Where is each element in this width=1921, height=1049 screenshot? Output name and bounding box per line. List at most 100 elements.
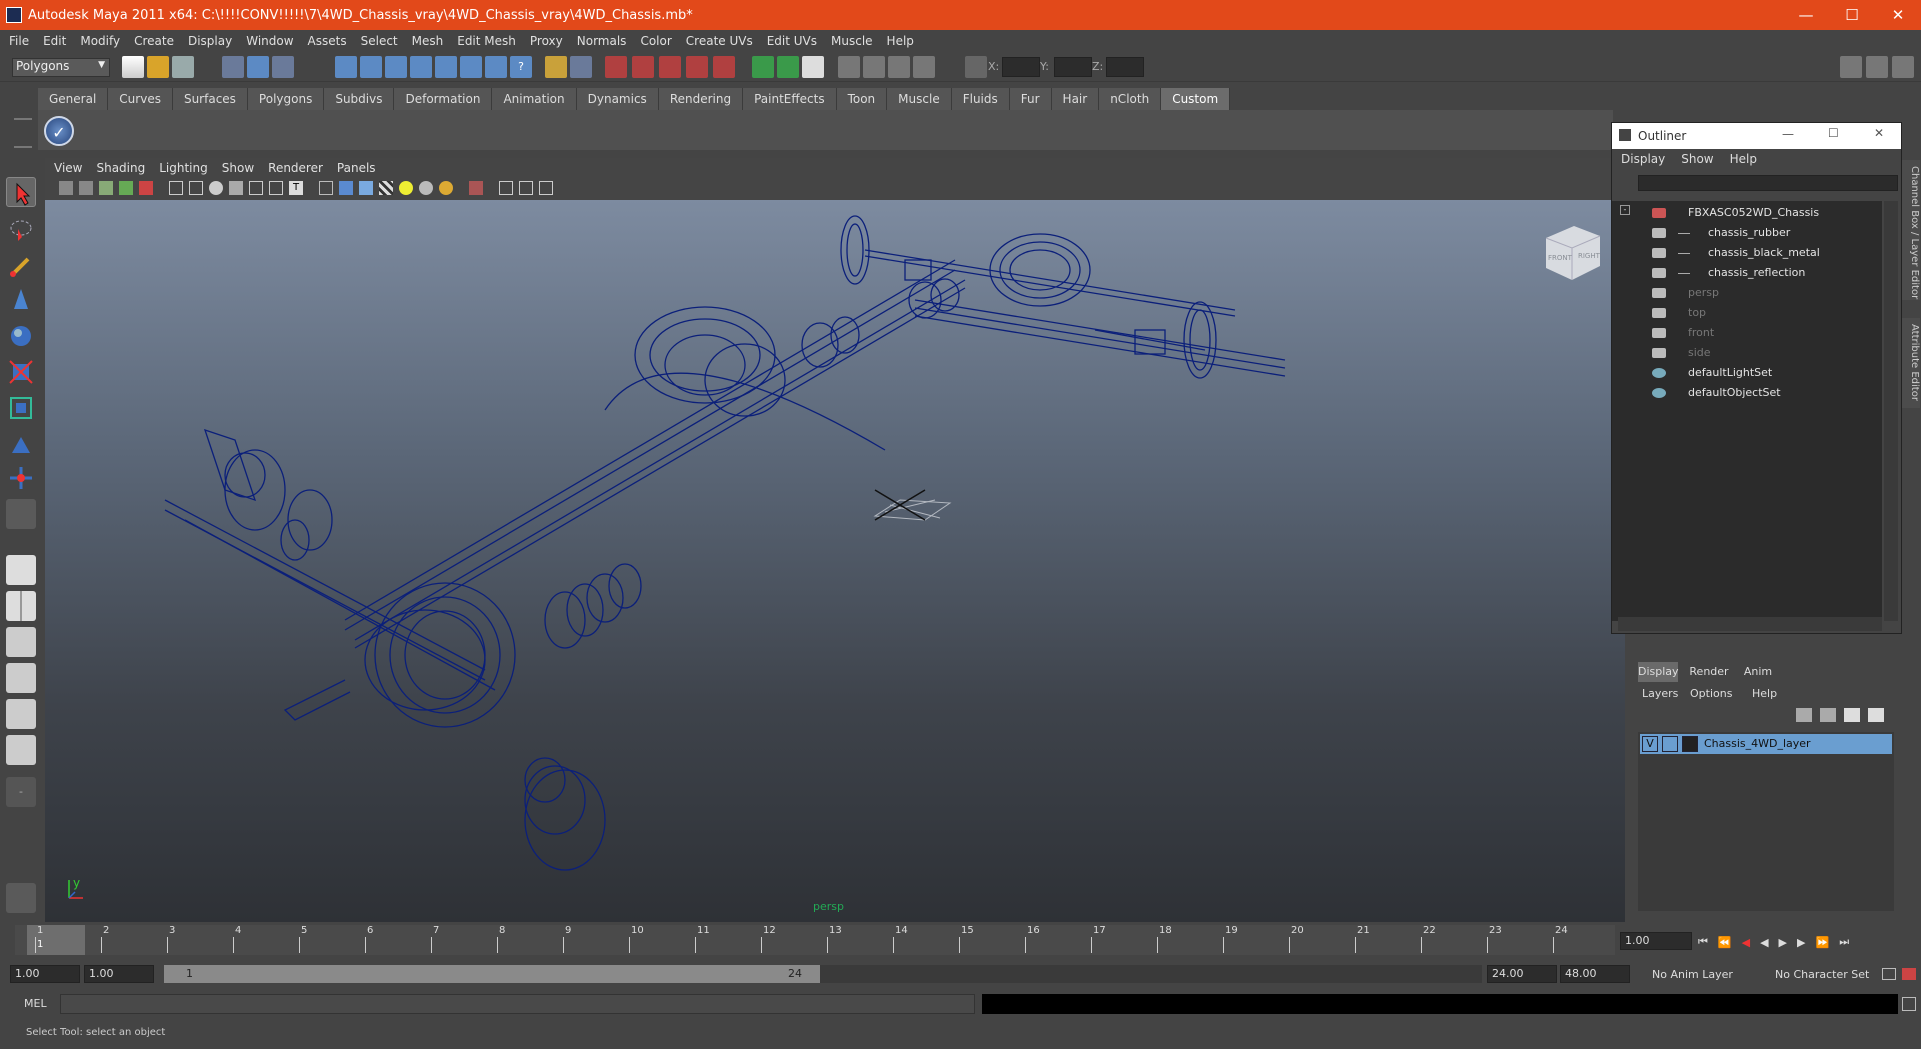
snap-point-icon[interactable] <box>385 56 407 78</box>
gate-mask-icon[interactable] <box>229 181 243 195</box>
shelf-tab-dynamics[interactable]: Dynamics <box>576 88 659 110</box>
end-time-field[interactable]: 24.00 <box>1487 965 1557 983</box>
hypershade-icon[interactable] <box>863 56 885 78</box>
render-globals-icon[interactable] <box>913 56 935 78</box>
step-forward-frame-icon[interactable]: ▶ <box>1797 936 1805 949</box>
shelf-tab-rendering[interactable]: Rendering <box>658 88 744 110</box>
select-object-icon[interactable] <box>247 56 269 78</box>
shelf-tab-toon[interactable]: Toon <box>836 88 888 110</box>
snap-view-icon[interactable] <box>460 56 482 78</box>
menu-help[interactable]: Help <box>880 34 921 48</box>
soft-modification-icon[interactable] <box>6 429 36 459</box>
character-set-dropdown[interactable]: No Character Set <box>1775 968 1869 981</box>
paint-tool-icon[interactable] <box>6 883 36 913</box>
layout-options-icon[interactable]: - <box>6 777 36 807</box>
shelf-tab-custom[interactable]: Custom <box>1161 88 1231 110</box>
viewport-menu-show[interactable]: Show <box>215 161 261 175</box>
layer-menu-options[interactable]: Options <box>1690 687 1732 700</box>
channel-box-tab[interactable]: Channel Box / Layer Editor <box>1902 160 1920 300</box>
menu-modify[interactable]: Modify <box>73 34 127 48</box>
outliner-close-button[interactable]: ✕ <box>1874 126 1884 140</box>
outliner-item[interactable]: persp <box>1612 283 1882 303</box>
smooth-shading-icon[interactable] <box>339 181 353 195</box>
mel-label[interactable]: MEL <box>24 997 47 1010</box>
step-back-key-icon[interactable]: ⏪ <box>1718 936 1732 949</box>
menu-display[interactable]: Display <box>181 34 239 48</box>
menu-color[interactable]: Color <box>633 34 678 48</box>
uv-layout-icon[interactable] <box>6 735 36 765</box>
shelf-tab-surfaces[interactable]: Surfaces <box>172 88 248 110</box>
outliner-item[interactable]: chassis_reflection <box>1612 263 1882 283</box>
four-view-layout-icon[interactable] <box>6 591 36 621</box>
grid-icon[interactable] <box>169 181 183 195</box>
y-field[interactable] <box>1054 57 1092 77</box>
current-frame-field[interactable]: 1.00 <box>1620 932 1692 950</box>
menu-normals[interactable]: Normals <box>570 34 634 48</box>
all-lights-icon[interactable] <box>419 181 433 195</box>
camera-lock-icon[interactable] <box>79 181 93 195</box>
show-manipulator-icon[interactable] <box>6 463 36 493</box>
shelf-tab-subdivs[interactable]: Subdivs <box>324 88 395 110</box>
outliner-item[interactable]: FBXASC052WD_Chassis <box>1612 203 1882 223</box>
hypershade-layout-icon[interactable] <box>6 699 36 729</box>
shelf-tab-deformation[interactable]: Deformation <box>394 88 493 110</box>
bookmark-icon[interactable] <box>99 181 113 195</box>
xray-components-icon[interactable] <box>539 181 553 195</box>
layer-move-down-icon[interactable] <box>1820 708 1836 722</box>
layer-menu-layers[interactable]: Layers <box>1642 687 1678 700</box>
play-forward-icon[interactable]: ▶ <box>1779 936 1787 949</box>
move-tool-icon[interactable] <box>6 285 36 315</box>
show-tool-settings-icon[interactable] <box>1866 56 1888 78</box>
render-settings-icon[interactable] <box>802 56 824 78</box>
menu-proxy[interactable]: Proxy <box>523 34 570 48</box>
outliner-menu-help[interactable]: Help <box>1722 152 1765 166</box>
shelf-tab-muscle[interactable]: Muscle <box>887 88 952 110</box>
outliner-filter-field[interactable] <box>1638 175 1898 191</box>
lock-icon[interactable] <box>545 56 567 78</box>
minimize-button[interactable]: — <box>1783 0 1829 30</box>
checkmark-icon[interactable]: ✓ <box>44 116 74 146</box>
maximize-button[interactable]: ☐ <box>1829 0 1875 30</box>
film-gate-icon[interactable] <box>189 181 203 195</box>
safe-action-icon[interactable] <box>269 181 283 195</box>
viewport-menu-lighting[interactable]: Lighting <box>152 161 215 175</box>
z-field[interactable] <box>1106 57 1144 77</box>
new-scene-icon[interactable] <box>122 56 144 78</box>
open-scene-icon[interactable] <box>147 56 169 78</box>
menu-edit-mesh[interactable]: Edit Mesh <box>450 34 523 48</box>
layer-type-toggle[interactable] <box>1662 736 1678 752</box>
shelf-tab-polygons[interactable]: Polygons <box>247 88 325 110</box>
layer-tab-render[interactable]: Render <box>1686 662 1732 682</box>
animation-prefs-icon[interactable] <box>1902 968 1916 980</box>
clapboard-icon[interactable] <box>838 56 860 78</box>
menu-edit-uvs[interactable]: Edit UVs <box>760 34 824 48</box>
layer-tab-display[interactable]: Display <box>1638 662 1679 682</box>
manipulator-tool-icon[interactable] <box>6 393 36 423</box>
isolate-select-icon[interactable] <box>469 181 483 195</box>
resolution-gate-icon[interactable] <box>209 181 223 195</box>
camera-attrs-icon[interactable] <box>139 181 153 195</box>
show-channel-box-icon[interactable] <box>1892 56 1914 78</box>
paint-select-icon[interactable] <box>6 251 36 281</box>
output-ops-icon[interactable] <box>659 56 681 78</box>
shelf-tab-ncloth[interactable]: nCloth <box>1099 88 1162 110</box>
lasso-tool-icon[interactable] <box>6 215 36 245</box>
transform-field-icon[interactable] <box>965 56 987 78</box>
key-icon[interactable] <box>1882 968 1896 980</box>
outliner-vscrollbar[interactable] <box>1884 201 1898 621</box>
shelf-tab-painteffects[interactable]: PaintEffects <box>743 88 837 110</box>
outliner-layout-icon[interactable] <box>6 627 36 657</box>
help-icon[interactable]: ? <box>510 56 532 78</box>
layer-hscrollbar[interactable] <box>1638 897 1894 911</box>
go-to-end-icon[interactable]: ⏭ <box>1839 935 1849 949</box>
menu-create-uvs[interactable]: Create UVs <box>679 34 760 48</box>
layer-visibility-toggle[interactable]: V <box>1642 736 1658 752</box>
menu-muscle[interactable]: Muscle <box>824 34 880 48</box>
play-backward-icon[interactable]: ◀ <box>1760 936 1768 949</box>
select-hierarchy-icon[interactable] <box>222 56 244 78</box>
render-view-icon[interactable] <box>888 56 910 78</box>
anim-start-field[interactable]: 1.00 <box>84 965 154 983</box>
menu-create[interactable]: Create <box>127 34 181 48</box>
outliner-item[interactable]: defaultLightSet <box>1612 363 1882 383</box>
viewport-menu-view[interactable]: View <box>45 161 89 175</box>
